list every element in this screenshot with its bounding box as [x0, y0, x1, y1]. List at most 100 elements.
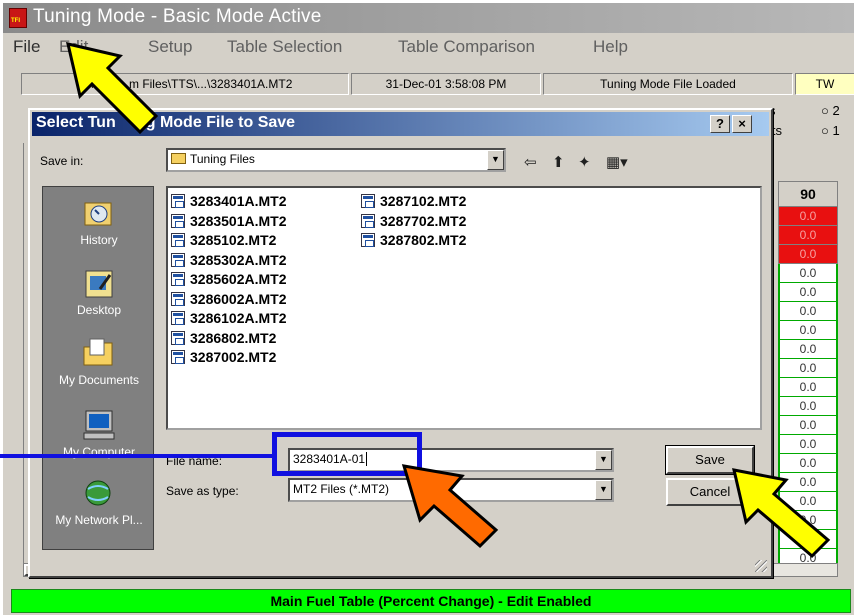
- file-name: 3283501A.MT2: [190, 212, 287, 229]
- menu-help[interactable]: Help: [593, 37, 628, 57]
- table-cell[interactable]: 0.0: [778, 454, 838, 473]
- place-my-network[interactable]: My Network Pl...: [43, 477, 155, 527]
- file-name: 3285602A.MT2: [190, 271, 287, 287]
- place-my-documents[interactable]: My Documents: [43, 337, 155, 387]
- file-icon: [171, 213, 185, 228]
- table-cell[interactable]: 0.0: [778, 473, 838, 492]
- save-button[interactable]: Save: [665, 445, 755, 475]
- app-title: Tuning Mode - Basic Mode Active: [33, 6, 322, 27]
- file-name: 3287102.MT2: [380, 193, 467, 209]
- app-title-bar: Tuning Mode - Basic Mode Active: [3, 3, 854, 33]
- file-name: 3287802.MT2: [380, 232, 467, 248]
- app-logo-icon: [9, 8, 27, 28]
- history-icon: [82, 197, 116, 229]
- status-datetime: 31-Dec-01 3:58:08 PM: [351, 73, 541, 95]
- file-icon: [171, 194, 185, 208]
- new-folder-icon[interactable]: ✦: [578, 153, 591, 171]
- table-cell[interactable]: 0.0: [778, 245, 838, 264]
- help-button[interactable]: ?: [710, 115, 730, 133]
- highlight-box: [272, 432, 422, 476]
- file-item[interactable]: 3287102.MT2: [360, 192, 466, 210]
- table-column-header: 90: [778, 181, 838, 207]
- file-name: 3287002.MT2: [190, 349, 277, 365]
- file-icon: [361, 233, 375, 247]
- file-item[interactable]: 3286102A.MT2: [170, 309, 287, 327]
- save-type-dropdown[interactable]: MT2 Files (*.MT2) ▼: [288, 478, 614, 502]
- table-cell[interactable]: 0.0: [778, 530, 838, 549]
- file-name: 3283401A.MT2: [190, 193, 287, 209]
- file-icon: [361, 194, 375, 208]
- dialog-title: Select Tun g Mode File to Save: [36, 114, 296, 131]
- table-cell[interactable]: 0.0: [778, 511, 838, 530]
- table-cell[interactable]: 0.0: [778, 264, 838, 283]
- file-item[interactable]: 3287002.MT2: [170, 348, 276, 366]
- file-name: 3286002A.MT2: [190, 290, 287, 307]
- file-icon: [171, 291, 185, 306]
- file-item[interactable]: 3286002A.MT2: [170, 290, 287, 308]
- radio-option-2[interactable]: ○ 2: [821, 103, 840, 118]
- close-button[interactable]: ×: [732, 115, 752, 133]
- menu-file[interactable]: File: [13, 37, 40, 57]
- file-item[interactable]: 3283401A.MT2: [170, 192, 287, 210]
- status-extra: TW: [795, 73, 854, 95]
- table-cell[interactable]: 0.0: [778, 492, 838, 511]
- file-name: 3285302A.MT2: [190, 251, 287, 268]
- table-cell[interactable]: 0.0: [778, 435, 838, 454]
- table-cell[interactable]: 0.0: [778, 302, 838, 321]
- menu-edit[interactable]: Edit: [59, 37, 88, 57]
- file-item[interactable]: 3287702.MT2: [360, 212, 466, 230]
- fuel-table-column: 90 0.0 0.0 0.0 0.0 0.0 0.0 0.0 0.0 0.0 0.0 0.0 0.0 0…: [778, 181, 838, 568]
- place-my-computer[interactable]: My Computer: [43, 409, 155, 459]
- file-item[interactable]: 3285602A.MT2: [170, 270, 287, 288]
- menu-table-comparison[interactable]: Table Comparison: [398, 37, 535, 57]
- file-icon: [171, 311, 185, 325]
- up-folder-icon[interactable]: ⬆: [552, 153, 565, 171]
- file-name: 3287702.MT2: [380, 212, 467, 229]
- save-dialog: Select Tun g Mode File to Save ? × Save i…: [28, 108, 773, 578]
- places-bar: History Desktop My Documents My Computer…: [42, 186, 154, 550]
- file-item[interactable]: 3285302A.MT2: [170, 251, 287, 269]
- place-history[interactable]: History: [43, 197, 155, 247]
- file-name: 3285102.MT2: [190, 232, 277, 248]
- file-name: 3286102A.MT2: [190, 310, 287, 326]
- table-cell[interactable]: 0.0: [778, 359, 838, 378]
- menu-bar: File Edit Setup Table Selection Table Co…: [3, 35, 854, 59]
- file-icon: [171, 252, 185, 267]
- save-in-dropdown[interactable]: Tuning Files ▼: [166, 148, 506, 172]
- file-item[interactable]: 3285102.MT2: [170, 231, 276, 249]
- file-item[interactable]: 3286802.MT2: [170, 329, 276, 347]
- table-cell[interactable]: 0.0: [778, 378, 838, 397]
- back-icon[interactable]: ⇦: [524, 153, 537, 171]
- file-icon: [171, 233, 185, 247]
- table-cell[interactable]: 0.0: [778, 321, 838, 340]
- dialog-title-bar[interactable]: Select Tun g Mode File to Save ? ×: [32, 112, 769, 136]
- chevron-down-icon[interactable]: ▼: [487, 150, 504, 170]
- menu-setup[interactable]: Setup: [148, 37, 192, 57]
- file-item[interactable]: 3283501A.MT2: [170, 212, 287, 230]
- status-message: Tuning Mode File Loaded: [543, 73, 793, 95]
- table-cell[interactable]: 0.0: [778, 207, 838, 226]
- highlight-connector: [0, 454, 272, 458]
- file-name: 3286802.MT2: [190, 329, 277, 346]
- table-cell[interactable]: 0.0: [778, 340, 838, 359]
- view-menu-icon[interactable]: ▦▾: [606, 153, 628, 171]
- save-type-label: Save as type:: [166, 484, 239, 498]
- table-cell[interactable]: 0.0: [778, 283, 838, 302]
- file-list[interactable]: 3283401A.MT2 3283501A.MT2 3285102.MT2 32853…: [166, 186, 762, 430]
- file-icon: [361, 213, 375, 228]
- table-cell[interactable]: 0.0: [778, 226, 838, 245]
- folder-icon: [171, 153, 186, 165]
- table-cell[interactable]: 0.0: [778, 397, 838, 416]
- resize-grip-icon[interactable]: [755, 560, 767, 572]
- table-cell[interactable]: 0.0: [778, 416, 838, 435]
- chevron-down-icon[interactable]: ▼: [595, 480, 612, 500]
- file-icon: [171, 350, 185, 364]
- cancel-button[interactable]: Cancel: [666, 478, 754, 506]
- radio-option-1[interactable]: ○ 1: [821, 123, 840, 138]
- place-desktop[interactable]: Desktop: [43, 267, 155, 317]
- menu-table-selection[interactable]: Table Selection: [227, 37, 342, 57]
- file-item[interactable]: 3287802.MT2: [360, 231, 466, 249]
- chevron-down-icon[interactable]: ▼: [595, 450, 612, 470]
- file-icon: [171, 330, 185, 345]
- status-file-path: C:\Program Files\TTS\...\3283401A.MT2: [21, 73, 349, 95]
